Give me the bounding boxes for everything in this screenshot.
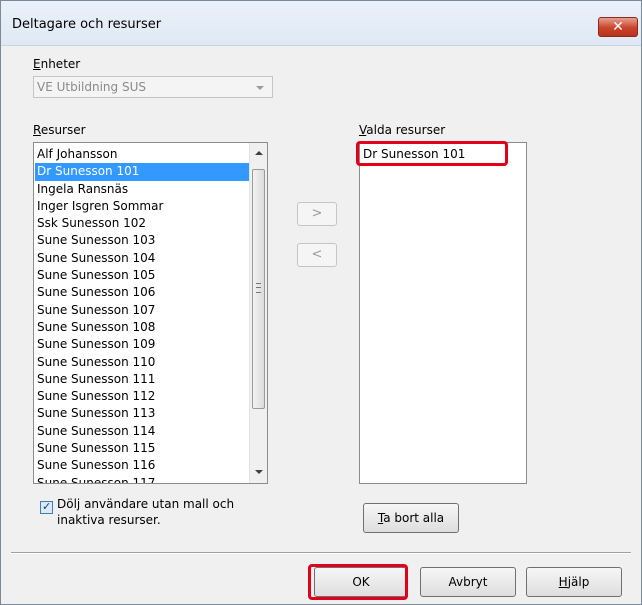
dialog-title: Deltagare och resurser	[12, 17, 162, 32]
resource-list-item[interactable]: Sune Sunesson 107	[35, 302, 249, 319]
footer-divider	[11, 552, 631, 554]
resource-list-item[interactable]: Sune Sunesson 112	[35, 388, 249, 405]
selected-resources-label: Valda resurser	[359, 123, 446, 137]
resource-list-item[interactable]: Alf Johansson	[35, 146, 249, 163]
resources-label: Resurser	[33, 123, 86, 137]
resource-list-item[interactable]: Sune Sunesson 105	[35, 267, 249, 284]
resource-list-item[interactable]: Sune Sunesson 109	[35, 336, 249, 353]
resource-list-item[interactable]: Sune Sunesson 114	[35, 423, 249, 440]
dialog-window: Deltagare och resurser ✕ Enheter VE Utbi…	[0, 0, 642, 605]
resource-list-item[interactable]: Inger Isgren Sommar	[35, 198, 249, 215]
hide-inactive-label-line1: Dölj användare utan mall och	[57, 497, 235, 511]
chevron-down-icon	[256, 86, 264, 90]
resources-scrollbar[interactable]	[249, 143, 267, 483]
resource-list-item[interactable]: Sune Sunesson 103	[35, 232, 249, 249]
selected-resource-list-item[interactable]: Dr Sunesson 101	[361, 146, 526, 163]
help-button[interactable]: Hjälp	[526, 567, 622, 597]
cancel-button[interactable]: Avbryt	[420, 567, 516, 597]
units-dropdown-value: VE Utbildning SUS	[37, 80, 146, 94]
scrollbar-thumb[interactable]	[252, 169, 265, 409]
resource-list-item[interactable]: Ingela Ransnäs	[35, 181, 249, 198]
resource-list-item[interactable]: Sune Sunesson 113	[35, 405, 249, 422]
units-label: Enheter	[33, 57, 81, 71]
resource-list-item[interactable]: Sune Sunesson 115	[35, 440, 249, 457]
add-resource-button[interactable]: >	[297, 202, 337, 226]
close-icon: ✕	[612, 19, 624, 35]
scroll-down-icon[interactable]	[255, 470, 263, 474]
units-dropdown[interactable]: VE Utbildning SUS	[33, 76, 273, 98]
resource-list-item[interactable]: Sune Sunesson 111	[35, 371, 249, 388]
resources-list[interactable]: Alf Johansson Dr Sunesson 101 Ingela Ransn…	[33, 142, 268, 484]
resource-list-item[interactable]: Sune Sunesson 104	[35, 250, 249, 267]
resource-list-item[interactable]: Sune Sunesson 108	[35, 319, 249, 336]
close-button[interactable]: ✕	[598, 17, 638, 37]
resource-list-item[interactable]: Dr Sunesson 101	[35, 163, 249, 181]
remove-all-button[interactable]: Ta bort alla	[363, 503, 459, 533]
checkmark-icon: ✓	[42, 500, 52, 513]
hide-inactive-checkbox[interactable]: ✓	[40, 500, 53, 514]
ok-button[interactable]: OK	[314, 567, 408, 597]
title-bar[interactable]: Deltagare och resurser ✕	[1, 1, 641, 46]
hide-inactive-label-line2: inaktiva resurser.	[57, 513, 161, 527]
resource-list-item[interactable]: Sune Sunesson 110	[35, 354, 249, 371]
scroll-up-icon[interactable]	[255, 151, 263, 155]
remove-resource-button[interactable]: <	[297, 243, 337, 267]
resource-list-item[interactable]: Ssk Sunesson 102	[35, 215, 249, 232]
selected-resources-list[interactable]: Dr Sunesson 101	[359, 142, 527, 484]
grip-icon	[256, 283, 261, 293]
resource-list-item[interactable]: Sune Sunesson 117	[35, 475, 249, 483]
resource-list-item[interactable]: Sune Sunesson 116	[35, 457, 249, 474]
resource-list-item[interactable]: Sune Sunesson 106	[35, 284, 249, 301]
